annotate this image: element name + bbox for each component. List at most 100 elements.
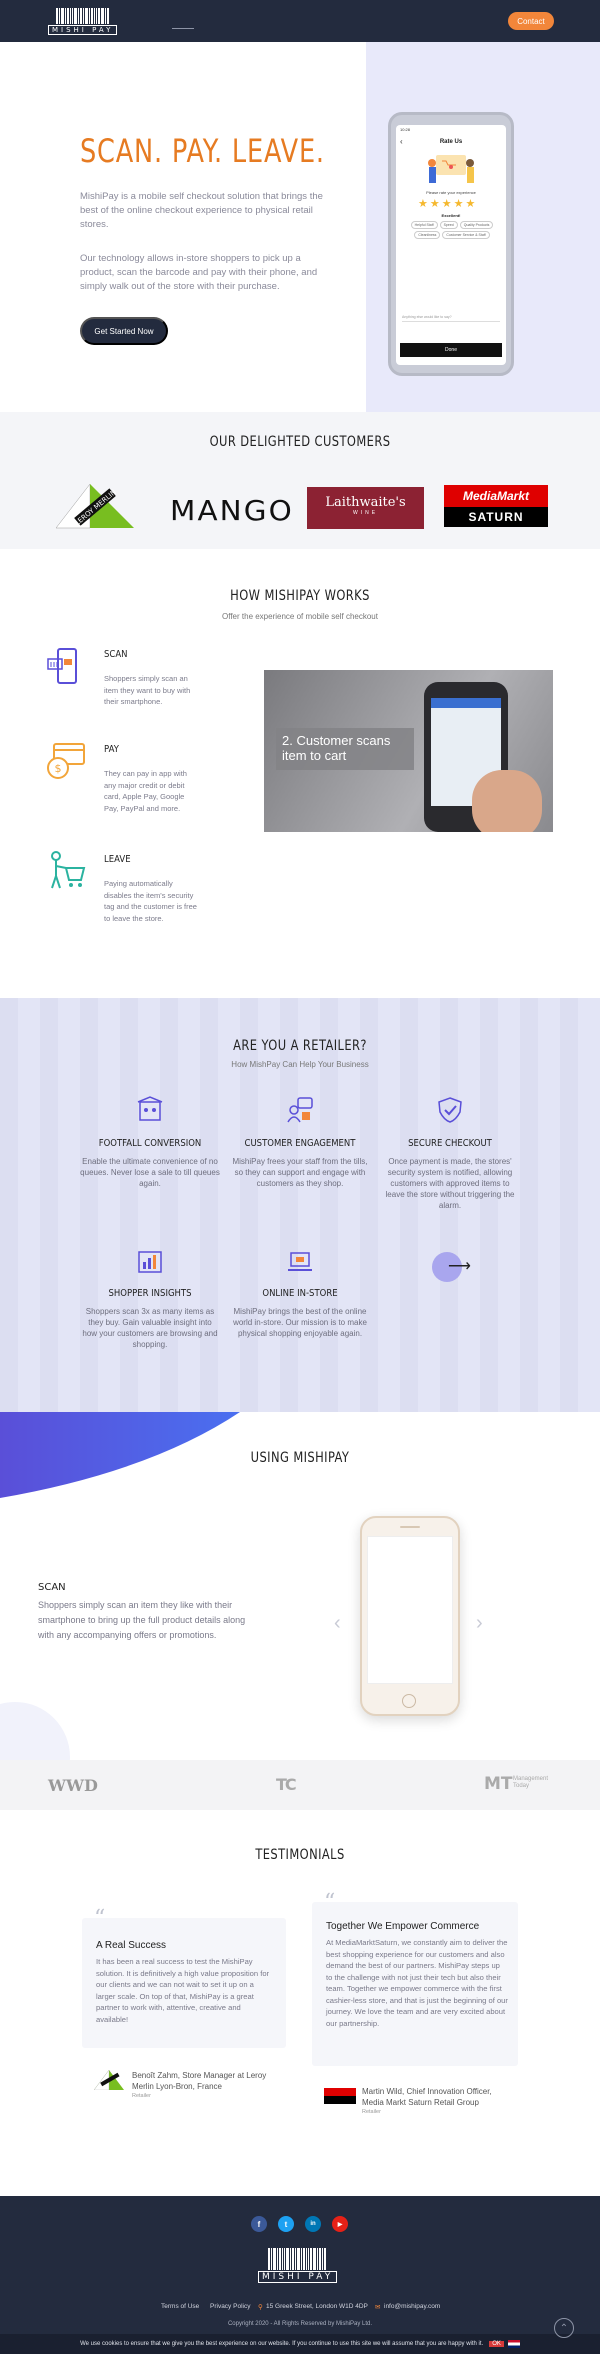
twitter-icon[interactable]: t (278, 2216, 294, 2232)
carousel-phone (360, 1516, 460, 1716)
get-started-button[interactable]: Get Started Now (80, 317, 168, 345)
privacy-link[interactable]: Privacy Policy (210, 2303, 250, 2310)
hero-title: SCAN. PAY. LEAVE. (80, 132, 325, 170)
insights-icon (138, 1251, 162, 1273)
cookie-text: We use cookies to ensure that we give yo… (80, 2341, 484, 2347)
press-strip: WWD TC MT Management Today (0, 1760, 600, 1810)
star-icon[interactable]: ★ (430, 197, 440, 210)
terms-link[interactable]: Terms of Use (161, 2303, 199, 2310)
techcrunch-logo: TC (276, 1775, 297, 1794)
scan-phone-icon (47, 648, 77, 684)
step-leave-text: Paying automatically disables the item's… (104, 879, 197, 923)
feature-text: Once payment is made, the stores' securi… (385, 1157, 515, 1210)
testimonial-text: It has been a real success to test the M… (96, 1957, 270, 2024)
star-rating[interactable]: ★ ★ ★ ★ ★ (418, 197, 475, 210)
status-time: 10:28 (400, 127, 411, 132)
mango-logo: MANGO (170, 494, 294, 527)
feature-text: MishiPay brings the best of the online w… (233, 1307, 367, 1338)
using-section: USING MISHIPAY SCAN Shoppers simply scan… (0, 1412, 600, 1760)
saturn-text: SATURN (444, 507, 548, 527)
hero-section: SCAN. PAY. LEAVE. MishiPay is a mobile s… (0, 42, 600, 412)
management-today-text: Management Today (513, 1776, 549, 1789)
slide-title: SCAN (38, 1582, 66, 1593)
language-flag-icon[interactable] (507, 2340, 520, 2348)
site-header: MISHI PAY Contact (0, 0, 600, 42)
testimonial-author: Benoît Zahm, Store Manager at Leroy Merl… (132, 2071, 267, 2091)
footer-address: 15 Greek Street, London W1D 4DP (266, 2303, 368, 2310)
footfall-icon (137, 1096, 163, 1121)
wwd-logo: WWD (48, 1776, 98, 1795)
contact-button[interactable]: Contact (508, 12, 554, 30)
youtube-icon[interactable]: ▶ (332, 2216, 348, 2232)
step-scan-title: SCAN (104, 649, 128, 660)
feature-title: CUSTOMER ENGAGEMENT (244, 1138, 356, 1149)
phone-mockup: 10:28 ‹ Rate Us Please rate your experie… (388, 112, 514, 376)
comment-input[interactable]: Anything else would like to say? (402, 315, 500, 322)
using-title: USING MISHIPAY (250, 1450, 350, 1466)
hero-paragraph-2: Our technology allows in-store shoppers … (80, 253, 318, 292)
copyright: Copyright 2020 - All Rights Reserved by … (227, 2321, 373, 2327)
carousel-prev-icon[interactable]: ‹ (334, 1612, 341, 1635)
screen-title: Rate Us (439, 139, 463, 145)
carousel-next-icon[interactable]: › (476, 1612, 483, 1635)
step-pay-text: They can pay in app with any major credi… (104, 769, 187, 813)
footer-email[interactable]: info@mishipay.com (384, 2303, 440, 2310)
scroll-top-icon[interactable]: ⌃ (554, 2318, 574, 2338)
footer-logo[interactable]: MISHI PAY (258, 2248, 338, 2283)
location-pin-icon: ⚲ (258, 2304, 263, 2311)
engagement-icon (287, 1097, 313, 1123)
nav-indicator (172, 28, 194, 29)
testimonials-title: TESTIMONIALS (255, 1847, 345, 1863)
star-icon[interactable]: ★ (454, 197, 464, 210)
testimonial-role: Retailer (132, 2093, 151, 2099)
mediamarkt-saturn-logo: MediaMarkt SATURN (444, 485, 548, 529)
step-scan-text: Shoppers simply scan an item they want t… (104, 674, 191, 706)
linkedin-icon[interactable]: in (305, 2216, 321, 2232)
feature-text: Shoppers scan 3x as many items as they b… (82, 1307, 218, 1349)
star-icon[interactable]: ★ (466, 197, 476, 210)
facebook-icon[interactable]: f (251, 2216, 267, 2232)
feedback-chip[interactable]: Helpful Staff (410, 221, 438, 229)
rate-us-screen: 10:28 ‹ Rate Us Please rate your experie… (396, 125, 506, 365)
footer-logo-text: MISHI PAY (258, 2271, 338, 2283)
feedback-chips: Helpful Staff Speed Quality Products Cle… (402, 221, 502, 239)
feedback-chip[interactable]: Customer Service & Staff (442, 231, 490, 239)
arrow-right-icon: ⟶ (448, 1258, 471, 1275)
slide-text: Shoppers simply scan an item they like w… (38, 1600, 246, 1640)
star-icon[interactable]: ★ (418, 197, 428, 210)
leave-cart-icon (51, 851, 86, 889)
feature-title: FOOTFALL CONVERSION (98, 1138, 202, 1149)
mail-icon: ✉ (375, 2304, 381, 2311)
testimonial-role: Retailer (362, 2109, 381, 2115)
laithwaites-sub: WINE (352, 510, 379, 516)
customers-section: OUR DELIGHTED CUSTOMERS LEROY MERLIN MAN… (0, 412, 600, 549)
cookie-banner: We use cookies to ensure that we give yo… (0, 2334, 600, 2354)
feedback-chip[interactable]: Speed (439, 221, 458, 229)
step-leave-title: LEAVE (104, 854, 131, 865)
testimonial-author: Martin Wild, Chief Innovation Officer, M… (362, 2087, 492, 2107)
cookie-ok-button[interactable]: OK (489, 2341, 504, 2347)
how-subtitle: Offer the experience of mobile self chec… (222, 612, 378, 621)
feedback-chip[interactable]: Quality Products (459, 221, 494, 229)
step-pay-title: PAY (104, 744, 119, 755)
rating-word: Excellent! (441, 213, 461, 218)
people-illustration (428, 155, 474, 183)
how-video[interactable]: 2. Customer scans item to cart (264, 670, 553, 832)
star-icon[interactable]: ★ (442, 197, 452, 210)
rate-prompt: Please rate your experience (426, 190, 476, 195)
mediamarkt-avatar (324, 2088, 356, 2104)
hero-paragraph-1: MishiPay is a mobile self checkout solut… (80, 191, 323, 230)
done-button[interactable]: Done (400, 343, 502, 357)
feature-title: SECURE CHECKOUT (408, 1138, 492, 1149)
barcode-icon (55, 8, 110, 24)
feature-title: SHOPPER INSIGHTS (108, 1288, 192, 1299)
testimonial-heading: A Real Success (96, 1940, 167, 1951)
mediamarkt-text: MediaMarkt (444, 485, 548, 507)
svg-text:$: $ (55, 762, 62, 775)
quote-icon: “ (324, 1890, 336, 1915)
pay-card-icon: $ (47, 743, 85, 779)
feedback-chip[interactable]: Cleanliness (414, 231, 441, 239)
mishipay-logo[interactable]: MISHI PAY (48, 8, 118, 35)
quote-icon: “ (94, 1906, 106, 1931)
retailer-subtitle: How MishPay Can Help Your Business (231, 1060, 369, 1069)
